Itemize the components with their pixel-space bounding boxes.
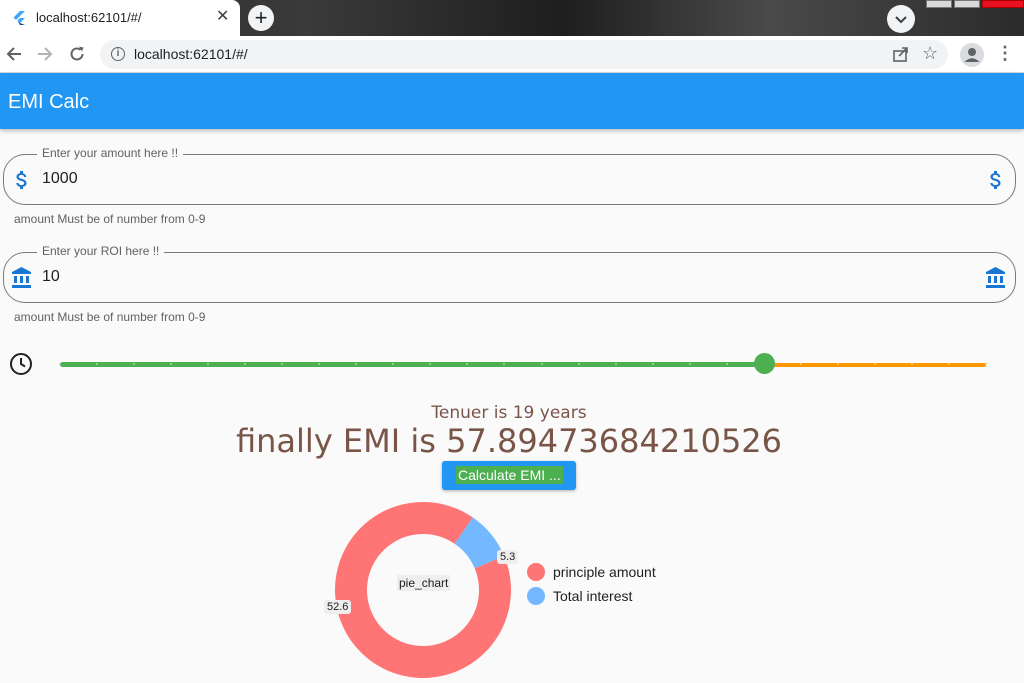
browser-tab[interactable]: localhost:62101/#/ ✕ xyxy=(0,0,240,36)
calculate-emi-label: Calculate EMI ... xyxy=(456,466,563,484)
emi-result-text: finally EMI is 57.89473684210526 xyxy=(235,422,783,460)
slider-thumb[interactable] xyxy=(753,353,775,374)
chevron-down-icon xyxy=(895,16,907,24)
roi-field[interactable]: Enter your ROI here !! 10 xyxy=(3,244,1016,303)
amount-field-label: Enter your amount here !! xyxy=(37,146,184,160)
slider-tick xyxy=(651,363,654,365)
omnibox[interactable]: i localhost:62101/#/ ☆ xyxy=(100,40,948,69)
slider-tick xyxy=(725,363,728,365)
window-controls xyxy=(924,0,1024,8)
slider-tick xyxy=(688,363,691,365)
info-icon[interactable]: i xyxy=(111,47,125,61)
slice-label-principle: 52.6 xyxy=(324,600,352,614)
flutter-icon xyxy=(13,11,25,25)
maximize-button[interactable] xyxy=(954,0,980,8)
slider-tick xyxy=(873,363,876,365)
reload-icon[interactable] xyxy=(67,44,87,64)
roi-field-label: Enter your ROI here !! xyxy=(37,244,165,258)
bank-icon xyxy=(986,267,1005,288)
slider-tick xyxy=(947,363,950,365)
app-title: EMI Calc xyxy=(8,91,90,113)
amount-input[interactable]: 1000 xyxy=(42,170,78,188)
tenure-text: Tenuer is 19 years xyxy=(431,403,587,423)
browser-menu-icon[interactable]: ⋮ xyxy=(996,44,1014,64)
legend-dot-interest xyxy=(527,587,545,605)
slider-tick xyxy=(59,363,61,365)
slider-tick xyxy=(799,363,802,365)
share-icon[interactable] xyxy=(892,45,910,63)
dollar-icon xyxy=(16,171,27,189)
slice-label-interest: 5.3 xyxy=(497,550,519,564)
bank-icon xyxy=(12,267,31,288)
app-bar: EMI Calc xyxy=(0,73,1024,129)
roi-helper-text: amount Must be of number from 0-9 xyxy=(14,310,206,324)
slider-active-track xyxy=(60,362,764,367)
slider-tick xyxy=(985,363,987,365)
legend-label-interest: Total interest xyxy=(553,588,633,604)
tab-search-button[interactable] xyxy=(887,5,915,33)
amount-field[interactable]: Enter your amount here !! 1000 xyxy=(3,146,1016,205)
url-text[interactable]: localhost:62101/#/ xyxy=(134,46,248,62)
slider-tick xyxy=(614,363,617,365)
amount-helper-text: amount Must be of number from 0-9 xyxy=(14,212,206,226)
bookmark-star-icon[interactable]: ☆ xyxy=(922,43,938,64)
minimize-button[interactable] xyxy=(926,0,952,8)
tenure-slider[interactable] xyxy=(58,353,988,375)
clock-icon xyxy=(10,353,32,375)
address-bar: i localhost:62101/#/ ☆ ⋮ xyxy=(0,36,1024,73)
slider-tick xyxy=(910,363,913,365)
slider-tick xyxy=(96,363,99,365)
slider-tick xyxy=(577,363,580,365)
person-icon xyxy=(964,48,980,62)
window-close-button[interactable] xyxy=(982,0,1024,8)
browser-titlebar: localhost:62101/#/ ✕ + xyxy=(0,0,1024,36)
calculate-emi-button[interactable]: Calculate EMI ... xyxy=(442,461,576,490)
back-icon[interactable] xyxy=(4,44,24,64)
pie-center-label: pie_chart xyxy=(397,575,451,591)
forward-icon[interactable] xyxy=(35,44,55,64)
slider-tick xyxy=(540,363,543,365)
tab-title: localhost:62101/#/ xyxy=(36,10,142,25)
legend-dot-principle xyxy=(527,563,545,581)
new-tab-button[interactable]: + xyxy=(248,5,274,31)
slider-tick xyxy=(836,363,839,365)
tab-close-icon[interactable]: ✕ xyxy=(216,9,229,25)
legend-label-principle: principle amount xyxy=(553,564,656,580)
roi-input[interactable]: 10 xyxy=(42,268,60,286)
profile-avatar[interactable] xyxy=(960,43,984,67)
dollar-icon xyxy=(990,171,1001,189)
